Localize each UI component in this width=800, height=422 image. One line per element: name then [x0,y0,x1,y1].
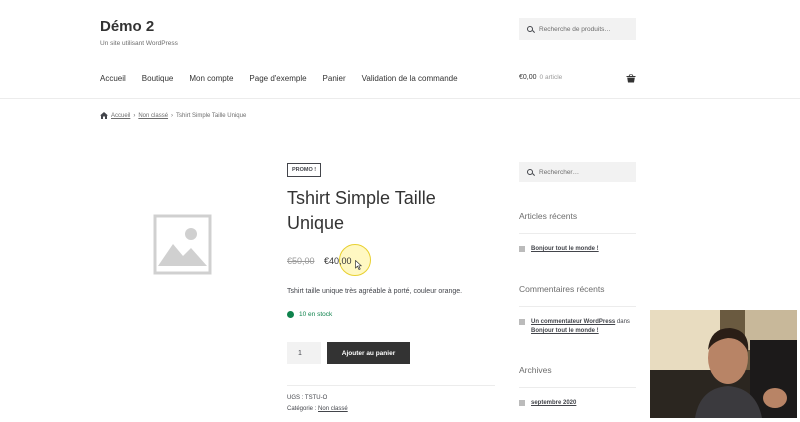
product-image-placeholder-icon[interactable] [153,214,212,275]
product-old-price: €50,00 [287,256,315,266]
nav-item-panier[interactable]: Panier [323,74,346,83]
product-search-placeholder: Recherche de produits… [539,25,611,33]
recent-post-item: Bonjour tout le monde ! [519,245,599,254]
product-sku: UGS : TSTU-O [287,395,327,401]
header-divider [0,98,800,99]
recent-comments-title: Commentaires récents [519,284,605,294]
stock-text: 10 en stock [299,311,333,318]
breadcrumb: Accueil › Non classé › Tshirt Simple Tai… [100,112,246,119]
category-label: Catégorie : [287,406,317,412]
breadcrumb-home-link[interactable]: Accueil [111,113,130,119]
comment-author-link[interactable]: Un commentateur WordPress [531,319,615,325]
add-to-cart-button[interactable]: Ajouter au panier [327,342,410,364]
webcam-overlay [650,310,797,418]
site-title[interactable]: Démo 2 [100,18,154,35]
sidebar-search-placeholder: Rechercher… [539,168,580,176]
promo-badge: PROMO ! [287,163,322,177]
widget-divider [519,306,636,307]
product-search-input[interactable]: Recherche de produits… [519,18,636,40]
product-title: Tshirt Simple Taille Unique [287,188,436,233]
stock-status: 10 en stock [287,311,332,318]
product-meta-divider [287,385,495,386]
recent-comment-item: Un commentateur WordPress dans Bonjour t… [519,318,637,336]
breadcrumb-separator: › [171,112,174,119]
archives-title: Archives [519,365,552,375]
mouse-pointer-icon [355,260,362,270]
product-category: Catégorie : Non classé [287,406,348,412]
product-sale-price: €40,00 [324,256,352,266]
product-short-description: Tshirt taille unique très agréable à por… [287,288,463,295]
recent-post-link[interactable]: Bonjour tout le monde ! [531,245,599,254]
breadcrumb-current: Tshirt Simple Taille Unique [176,112,247,119]
basket-icon[interactable] [626,74,636,83]
category-link[interactable]: Non classé [318,406,348,412]
quantity-input[interactable]: 1 [287,342,321,364]
header-cart[interactable]: €0,00 0 article [519,74,562,81]
sidebar-search-input[interactable]: Rechercher… [519,162,636,182]
search-icon [527,169,533,175]
cart-total: €0,00 [519,74,537,81]
recent-posts-title: Articles récents [519,211,578,221]
comment-icon [519,319,525,325]
archive-item: septembre 2020 [519,399,576,408]
widget-divider [519,387,636,388]
main-navigation: Accueil Boutique Mon compte Page d'exemp… [100,74,474,83]
document-icon [519,246,525,252]
in-stock-icon [287,311,294,318]
sku-label: UGS : [287,395,304,401]
archive-link[interactable]: septembre 2020 [531,399,576,408]
nav-item-mon-compte[interactable]: Mon compte [189,74,233,83]
comment-post-link[interactable]: Bonjour tout le monde ! [531,328,599,334]
nav-item-validation-commande[interactable]: Validation de la commande [362,74,458,83]
breadcrumb-separator: › [133,112,136,119]
nav-item-boutique[interactable]: Boutique [142,74,174,83]
folder-icon [519,400,525,406]
sku-value: TSTU-O [304,395,328,401]
home-icon [100,112,108,119]
nav-item-accueil[interactable]: Accueil [100,74,126,83]
cart-count: 0 article [539,74,563,81]
comment-in-text: dans [616,319,630,325]
widget-divider [519,233,636,234]
nav-item-page-exemple[interactable]: Page d'exemple [249,74,306,83]
breadcrumb-category-link[interactable]: Non classé [138,113,168,119]
site-description: Un site utilisant WordPress [100,40,178,47]
search-icon [527,26,533,32]
